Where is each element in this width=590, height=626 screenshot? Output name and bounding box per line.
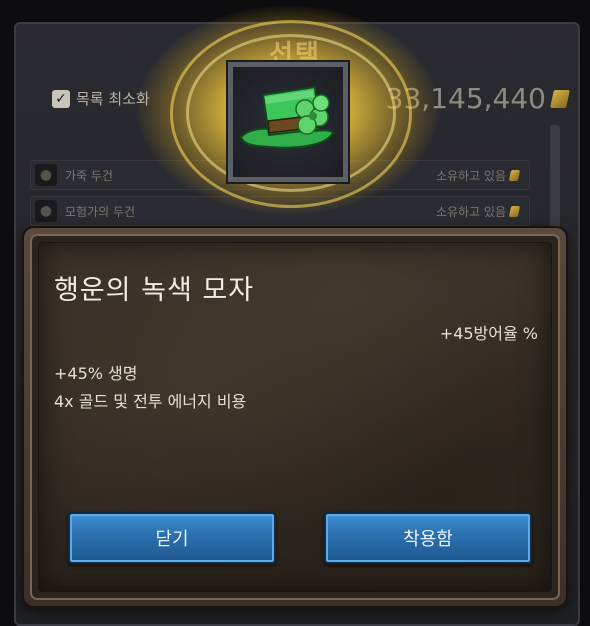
item-icon-slot xyxy=(233,67,343,177)
life-stat: +45% 생명 xyxy=(54,364,138,383)
list-item-name: 가죽 두건 xyxy=(65,168,113,183)
owned-label: 소유하고 있음 xyxy=(435,204,506,219)
list-item-status: 소유하고 있음 xyxy=(435,203,521,220)
dialog-frame: 행운의 녹색 모자 +45방어율 % +45% 생명 4x 골드 및 전투 에너… xyxy=(30,234,560,600)
cost-multiplier-stat: 4x 골드 및 전투 에너지 비용 xyxy=(54,392,247,411)
list-item-status: 소유하고 있음 xyxy=(435,167,521,184)
gold-icon xyxy=(550,89,570,108)
green-clover-hat-icon xyxy=(239,85,335,149)
item-name: 행운의 녹색 모자 xyxy=(54,275,255,306)
gold-icon xyxy=(508,205,521,217)
minimize-list-toggle[interactable]: ✓ 목록 최소화 xyxy=(52,88,150,109)
list-scrollbar[interactable] xyxy=(550,125,560,235)
close-button[interactable]: 닫기 xyxy=(68,512,276,564)
armor-stat: +45방어율 % xyxy=(439,324,538,343)
owned-label: 소유하고 있음 xyxy=(435,168,506,183)
hood-icon: ● xyxy=(35,164,57,186)
list-item-name: 모험가의 두건 xyxy=(65,204,136,219)
checkbox-checked-icon[interactable]: ✓ xyxy=(52,89,70,108)
dialog-body: 행운의 녹색 모자 +45방어율 % +45% 생명 4x 골드 및 전투 에너… xyxy=(38,242,552,592)
gold-icon xyxy=(508,169,521,181)
item-detail-dialog: 행운의 녹색 모자 +45방어율 % +45% 생명 4x 골드 및 전투 에너… xyxy=(24,228,566,606)
equip-button[interactable]: 착용함 xyxy=(324,512,532,564)
hood-icon: ● xyxy=(35,200,57,222)
item-icon-frame xyxy=(226,60,350,184)
